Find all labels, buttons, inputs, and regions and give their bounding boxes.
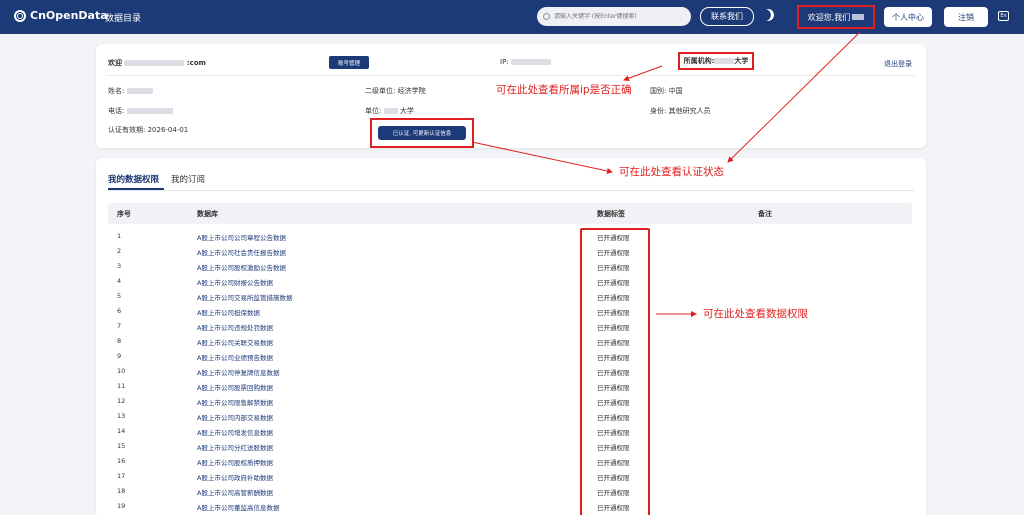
arrow-welcome (727, 31, 861, 163)
arrow-ip (623, 65, 663, 82)
arrow-status (471, 141, 613, 174)
annotation-arrows (471, 31, 861, 317)
